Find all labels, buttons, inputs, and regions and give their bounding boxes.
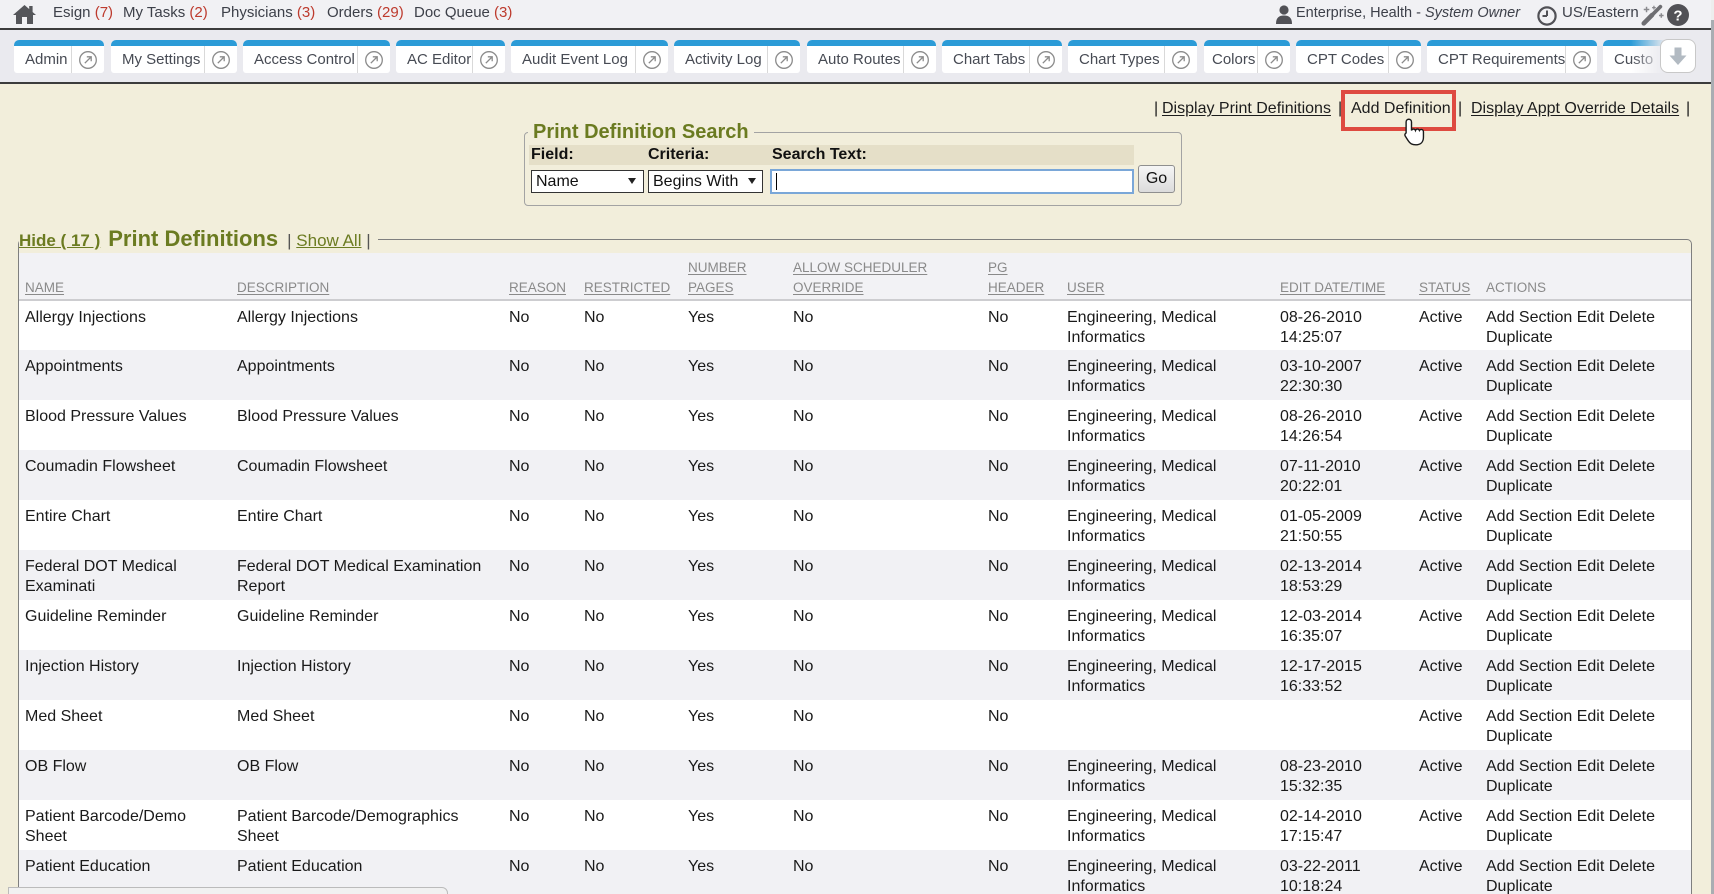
svg-text:?: ?: [1673, 8, 1682, 25]
